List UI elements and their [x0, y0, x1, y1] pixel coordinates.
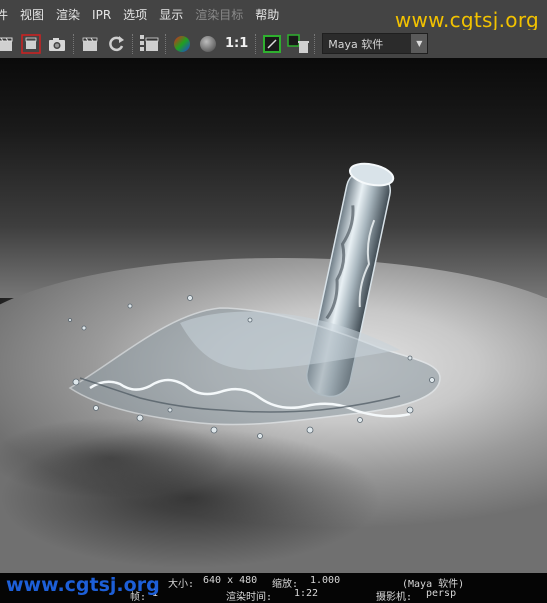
image-size-label: 大小:	[168, 579, 195, 590]
toolbar-separator	[255, 33, 257, 54]
camera-value: persp	[426, 588, 457, 599]
real-size-icon[interactable]: 1:1	[225, 36, 248, 51]
rgb-channels-icon[interactable]	[171, 33, 193, 55]
toolbar: 1:1 Maya 软件 ▼	[0, 30, 547, 57]
toolbar-separator	[132, 33, 133, 54]
menu-render-target: 渲染目标	[195, 8, 244, 22]
snapshot-icon[interactable]	[46, 33, 68, 55]
display-image-icon[interactable]	[261, 33, 283, 55]
renderer-select-value: Maya 软件	[328, 37, 384, 51]
menu-help[interactable]: 帮助	[249, 0, 285, 30]
render-region-icon[interactable]	[20, 33, 42, 55]
watermark-bottom: www.cgtsj.org	[6, 574, 160, 596]
render-view[interactable]	[0, 58, 547, 573]
image-size-value: 640 x 480	[203, 575, 258, 586]
render-time-label: 渲染时间:	[226, 592, 273, 603]
menu-file[interactable]: 件	[0, 0, 14, 30]
toolbar-separator	[73, 33, 74, 54]
menu-options[interactable]: 选项	[117, 0, 153, 30]
render-time-value: 1:22	[294, 588, 319, 599]
zoom-value: 1.000	[310, 575, 341, 586]
chevron-down-icon[interactable]: ▼	[411, 34, 428, 53]
watermark-top: www.cgtsj.org	[394, 8, 539, 32]
alpha-channel-icon[interactable]	[197, 33, 219, 55]
refresh-icon[interactable]	[105, 33, 127, 55]
menu-render[interactable]: 渲染	[50, 0, 86, 30]
camera-label: 摄影机:	[376, 592, 413, 603]
render-sequence-icon[interactable]	[138, 33, 160, 55]
ipr-icon[interactable]	[79, 33, 101, 55]
toolbar-separator	[314, 33, 316, 54]
clapper-icon[interactable]	[0, 33, 16, 55]
toolbar-separator	[165, 33, 166, 54]
menu-display[interactable]: 显示	[153, 0, 189, 30]
menu-view[interactable]: 视图	[14, 0, 50, 30]
keep-image-icon[interactable]	[287, 33, 310, 55]
menu-ipr[interactable]: IPR	[86, 0, 117, 30]
water-splash-render	[0, 162, 441, 568]
renderer-select[interactable]: Maya 软件 ▼	[322, 33, 429, 54]
